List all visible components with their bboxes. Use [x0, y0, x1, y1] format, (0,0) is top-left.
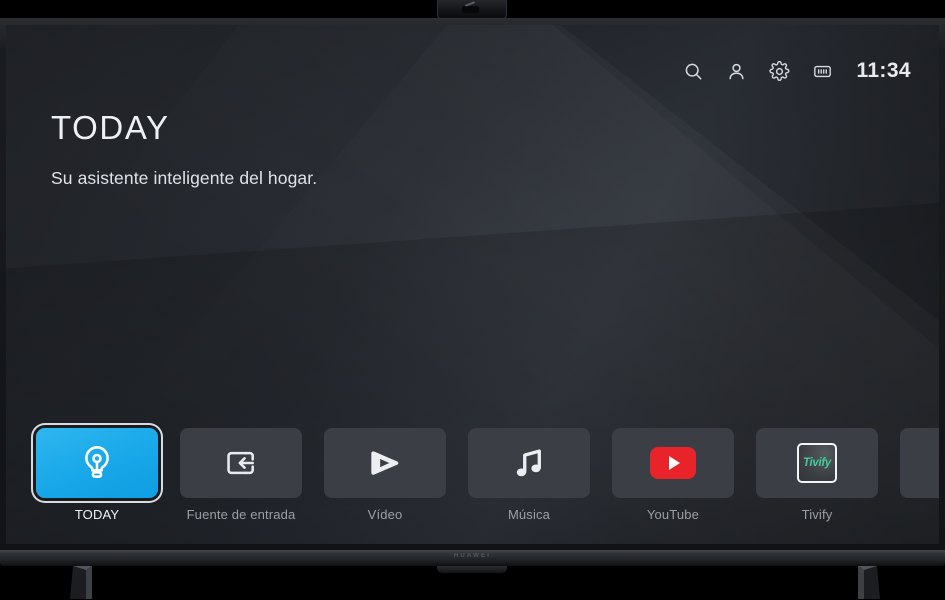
tv-chin: HUAWEI [0, 550, 945, 566]
profile-icon[interactable] [725, 60, 747, 82]
input-source-icon [223, 445, 259, 481]
app-label-today: TODAY [74, 507, 120, 522]
hero-block: TODAY Su asistente inteligente del hogar… [51, 109, 318, 189]
tv-bezel-inner: 11:34 TODAY Su asistente inteligente del… [6, 25, 939, 544]
app-tile-youtube[interactable]: YouTube [612, 428, 734, 522]
music-note-icon [510, 444, 548, 482]
app-tile-music[interactable]: Música [468, 428, 590, 522]
tivify-wordmark: Tivify [802, 457, 832, 469]
search-icon[interactable] [682, 60, 704, 82]
status-bar: 11:34 [682, 59, 911, 83]
app-tile-youtube-surface[interactable] [612, 428, 734, 498]
app-tile-music-surface[interactable] [468, 428, 590, 498]
page-title: TODAY [51, 109, 170, 146]
network-icon[interactable] [811, 60, 833, 82]
brand-logo: HUAWEI [453, 553, 492, 559]
lightbulb-icon [77, 443, 117, 483]
app-tile-next-partial-surface[interactable] [900, 428, 939, 498]
app-label-tivify: Tivify [801, 507, 833, 522]
app-tile-input-source-surface[interactable] [180, 428, 302, 498]
app-label-youtube: YouTube [646, 507, 700, 522]
tv-screen: 11:34 TODAY Su asistente inteligente del… [6, 25, 939, 544]
app-tile-input-source[interactable]: Fuente de entrada [180, 428, 302, 522]
page-subtitle: Su asistente inteligente del hogar. [51, 168, 318, 189]
app-tile-tivify[interactable]: Tivify Tivify [756, 428, 878, 522]
ir-receiver [437, 566, 507, 573]
app-label-video: Vídeo [367, 507, 403, 522]
app-tile-video[interactable]: Vídeo [324, 428, 446, 522]
app-tile-video-surface[interactable] [324, 428, 446, 498]
app-tile-tivify-surface[interactable]: Tivify [756, 428, 878, 498]
youtube-play-triangle [669, 456, 680, 470]
app-label-music: Música [507, 507, 551, 522]
tivify-icon: Tivify [797, 443, 837, 483]
settings-gear-icon[interactable] [768, 60, 790, 82]
tv-device: 11:34 TODAY Su asistente inteligente del… [0, 0, 945, 600]
app-tile-today-surface[interactable] [36, 428, 158, 498]
webcam-lens [462, 6, 479, 13]
play-triangle-icon [365, 443, 405, 483]
tv-bezel: 11:34 TODAY Su asistente inteligente del… [0, 18, 945, 550]
youtube-icon [650, 447, 696, 479]
app-label-input-source: Fuente de entrada [186, 507, 296, 522]
app-tile-next-partial[interactable] [900, 428, 939, 507]
clock: 11:34 [856, 59, 911, 82]
app-dock: TODAY Fuente de entrada Vídeo Música You… [6, 428, 939, 522]
stand-leg-right [826, 566, 880, 600]
stand-leg-left [70, 566, 124, 600]
app-tile-today[interactable]: TODAY [36, 428, 158, 522]
